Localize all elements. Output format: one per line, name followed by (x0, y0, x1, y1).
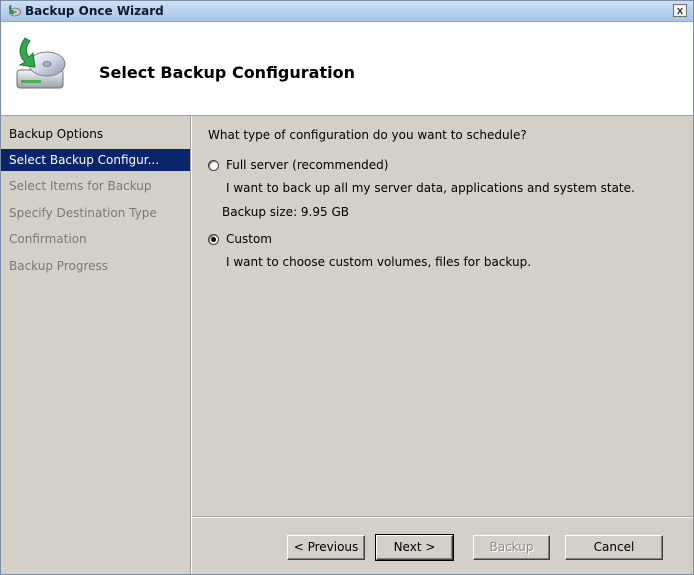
custom-option[interactable]: Custom (208, 232, 272, 246)
wizard-header: Select Backup Configuration (1, 22, 693, 116)
step-backup-progress: Backup Progress (9, 259, 109, 273)
full-server-label[interactable]: Full server (recommended) (226, 158, 388, 172)
cancel-button[interactable]: Cancel (565, 535, 663, 560)
window-title: Backup Once Wizard (25, 4, 164, 18)
full-server-description: I want to back up all my server data, ap… (226, 181, 635, 195)
step-confirmation: Confirmation (9, 232, 87, 246)
step-backup-options[interactable]: Backup Options (1, 123, 190, 145)
step-select-items: Select Items for Backup (9, 179, 152, 193)
backup-size-label: Backup size: 9.95 GB (222, 205, 349, 219)
wizard-footer: < Previous Next > Backup Cancel (192, 518, 693, 574)
page-title: Select Backup Configuration (99, 63, 355, 82)
title-bar[interactable]: Backup Once Wizard x (1, 1, 693, 22)
disk-backup-icon (16, 37, 66, 89)
full-server-radio[interactable] (208, 159, 219, 171)
main-content: What type of configuration do you want t… (192, 116, 693, 516)
custom-radio[interactable] (208, 233, 219, 245)
custom-description: I want to choose custom volumes, files f… (226, 255, 532, 269)
step-select-backup-configuration[interactable]: Select Backup Configur... (1, 149, 190, 171)
custom-label[interactable]: Custom (226, 232, 272, 246)
close-button[interactable]: x (673, 4, 687, 17)
wizard-window: Backup Once Wizard x Select Backup Confi… (0, 0, 694, 575)
previous-button[interactable]: < Previous (287, 535, 365, 560)
close-icon: x (676, 4, 684, 17)
question-label: What type of configuration do you want t… (208, 128, 527, 142)
wizard-steps: Backup Options Select Backup Configur...… (1, 116, 190, 574)
step-specify-destination: Specify Destination Type (9, 206, 157, 220)
backup-wizard-icon (8, 4, 21, 17)
backup-button: Backup (473, 535, 550, 560)
full-server-option[interactable]: Full server (recommended) (208, 158, 388, 172)
next-button[interactable]: Next > (375, 534, 454, 561)
